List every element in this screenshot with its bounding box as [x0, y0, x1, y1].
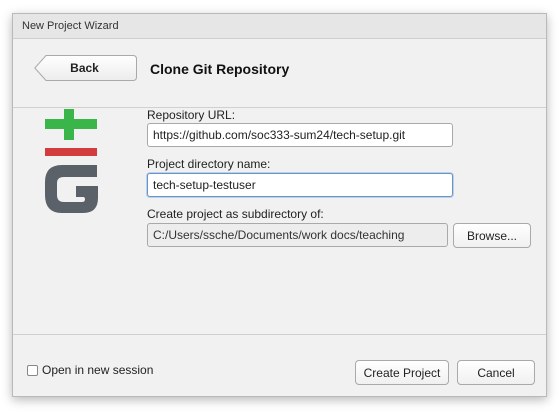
- window-title: New Project Wizard: [22, 20, 119, 32]
- back-button[interactable]: Back: [34, 55, 137, 81]
- browse-button-label: Browse...: [466, 228, 517, 243]
- subdirectory-path-input[interactable]: [147, 223, 448, 247]
- git-logo-icon: [45, 109, 98, 213]
- cancel-button-label: Cancel: [477, 365, 515, 380]
- back-button-label: Back: [70, 61, 99, 75]
- cancel-button[interactable]: Cancel: [457, 360, 535, 385]
- create-project-button[interactable]: Create Project: [355, 360, 449, 385]
- new-project-wizard-dialog: New Project Wizard Back Clone Git Reposi…: [12, 13, 547, 397]
- project-directory-name-input[interactable]: [147, 173, 453, 197]
- checkbox-box[interactable]: [27, 364, 38, 376]
- project-directory-name-label: Project directory name:: [147, 157, 271, 171]
- subdirectory-label: Create project as subdirectory of:: [147, 207, 324, 221]
- wizard-title: Clone Git Repository: [150, 61, 290, 77]
- open-in-new-session-label: Open in new session: [42, 363, 154, 377]
- open-in-new-session-checkbox[interactable]: Open in new session: [27, 363, 153, 377]
- repository-url-input[interactable]: [147, 123, 453, 147]
- repository-url-label: Repository URL:: [147, 108, 236, 122]
- create-project-button-label: Create Project: [363, 365, 441, 380]
- wizard-header: Back Clone Git Repository: [13, 39, 546, 108]
- footer-divider: [13, 334, 546, 335]
- title-bar[interactable]: New Project Wizard: [13, 14, 546, 39]
- browse-button[interactable]: Browse...: [453, 223, 531, 248]
